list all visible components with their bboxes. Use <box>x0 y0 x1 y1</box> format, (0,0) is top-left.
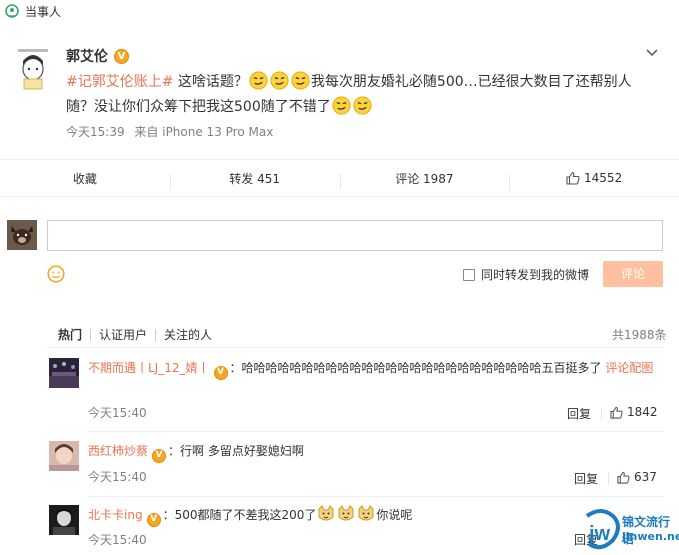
comment-like-count: 1842 <box>627 405 658 419</box>
watermark-url: jinwen.net <box>622 530 679 543</box>
tab-verified[interactable]: 认证用户 <box>91 326 155 343</box>
checkbox-icon[interactable] <box>463 268 475 281</box>
comment-item: 不期而遇丨LJ_12_婧丨 V ：哈哈哈哈哈哈哈哈哈哈哈哈哈哈哈哈哈哈哈哈哈哈哈哈哈… <box>47 358 663 432</box>
comment-time: 今天15:40 <box>88 533 147 547</box>
action-divider <box>601 408 602 420</box>
author-name-text[interactable]: 郭艾伦 <box>66 46 108 66</box>
comment-body-part2: 你说呢 <box>376 508 413 522</box>
location-pin-icon <box>5 4 19 18</box>
post-meta: 今天15:39 来自 iPhone 13 Pro Max <box>66 123 273 140</box>
verified-badge-icon: V <box>114 48 129 64</box>
commenter-name[interactable]: 不期而遇丨LJ_12_婧丨 <box>88 361 210 375</box>
favorite-button[interactable]: 收藏 <box>0 170 170 187</box>
topic-tag-bar[interactable]: 当事人 <box>0 0 679 22</box>
divider <box>88 496 663 497</box>
submit-comment-button[interactable]: 评论 <box>603 261 663 287</box>
reply-button[interactable]: 回复 <box>567 405 591 422</box>
comment-text: 北卡卡ing V ：500都随了不差我这200了 你说呢 <box>88 505 664 527</box>
post-source: 来自 iPhone 13 Pro Max <box>134 125 274 139</box>
comment-body: ：哈哈哈哈哈哈哈哈哈哈哈哈哈哈哈哈哈哈哈哈哈哈哈哈哈五百挺多了 <box>229 361 602 375</box>
comment-filter-tabs: 热门 认证用户 关注的人 <box>58 326 220 343</box>
comment-time: 今天15:40 <box>88 406 147 420</box>
comment-body: ：行啊 多留点好娶媳妇啊 <box>168 444 304 458</box>
verified-badge-icon: V <box>152 448 167 463</box>
commenter-avatar[interactable] <box>49 358 79 388</box>
divider <box>88 431 663 432</box>
doge-emoji-icon <box>358 505 374 521</box>
commenter-avatar[interactable] <box>49 505 79 535</box>
repost-checkbox[interactable]: 同时转发到我的微博 <box>463 266 589 283</box>
smirk-emoji-icon <box>291 71 310 90</box>
post-text: #记郭艾伦账上# 这啥话题？ 我每次朋友婚礼必随500…已经很大数目了还帮别人随？… <box>66 70 636 120</box>
doge-emoji-icon <box>318 505 334 521</box>
comment-time: 今天15:40 <box>88 470 147 484</box>
smirk-emoji-icon <box>353 96 372 115</box>
svg-text:jw: jw <box>588 523 611 545</box>
verified-badge-icon: V <box>213 365 228 380</box>
tab-following[interactable]: 关注的人 <box>156 326 220 343</box>
post-action-bar: 收藏 转发 451 评论 1987 14552 <box>0 159 679 197</box>
repost-button[interactable]: 转发 451 <box>169 170 340 190</box>
commenter-name[interactable]: 北卡卡ing <box>88 508 143 522</box>
comment-text: 不期而遇丨LJ_12_婧丨 V ：哈哈哈哈哈哈哈哈哈哈哈哈哈哈哈哈哈哈哈哈哈哈哈哈哈… <box>88 358 664 380</box>
comment-text: 西红柿炒蔡 V ：行啊 多留点好娶媳妇啊 <box>88 441 664 463</box>
reply-button[interactable]: 回复 <box>574 470 598 487</box>
comment-like-button[interactable]: 1842 <box>610 405 658 419</box>
comment-image-link[interactable]: 评论配图 <box>605 361 653 375</box>
smirk-emoji-icon <box>270 71 289 90</box>
thumbs-up-icon <box>610 406 623 419</box>
doge-emoji-icon <box>338 505 354 521</box>
comment-item: 西红柿炒蔡 V ：行啊 多留点好娶媳妇啊 今天15:40 回复 637 <box>47 441 663 497</box>
verified-badge-icon: V <box>146 512 161 527</box>
emoji-picker-icon[interactable] <box>47 265 65 283</box>
tab-hot[interactable]: 热门 <box>58 326 90 343</box>
smirk-emoji-icon <box>332 96 351 115</box>
like-button[interactable]: 14552 <box>509 171 679 191</box>
favorite-label: 收藏 <box>72 171 97 186</box>
comment-like-count: 637 <box>634 470 657 484</box>
divider <box>47 347 663 348</box>
comment-total: 共1988条 <box>612 328 667 342</box>
topic-link[interactable]: #记郭艾伦账上# <box>66 74 173 90</box>
author-avatar[interactable] <box>17 47 49 93</box>
repost-checkbox-label: 同时转发到我的微博 <box>481 268 590 282</box>
commenter-name[interactable]: 西红柿炒蔡 <box>88 444 148 458</box>
tag-label: 当事人 <box>25 4 62 19</box>
comment-like-button[interactable]: 637 <box>617 470 657 484</box>
comment-input[interactable] <box>47 220 663 251</box>
comment-label: 评论 1987 <box>395 171 454 186</box>
author-name[interactable]: 郭艾伦 V <box>66 46 129 66</box>
post-text-part1: 这啥话题？ <box>173 74 248 90</box>
current-user-avatar[interactable] <box>7 220 37 250</box>
chevron-down-icon[interactable] <box>645 48 659 58</box>
action-divider <box>608 473 609 485</box>
thumbs-up-icon <box>566 171 580 185</box>
commenter-avatar[interactable] <box>49 441 79 471</box>
thumbs-up-icon <box>617 471 630 484</box>
comment-item: 北卡卡ing V ：500都随了不差我这200了 你说呢 今天15:40 回复 <box>47 505 663 555</box>
comment-button[interactable]: 评论 1987 <box>339 170 510 190</box>
post-time[interactable]: 今天15:39 <box>66 125 125 139</box>
comment-body-part1: ：500都随了不差我这200了 <box>162 508 317 522</box>
like-count: 14552 <box>584 171 623 185</box>
repost-label: 转发 451 <box>229 171 280 186</box>
smirk-emoji-icon <box>249 71 268 90</box>
